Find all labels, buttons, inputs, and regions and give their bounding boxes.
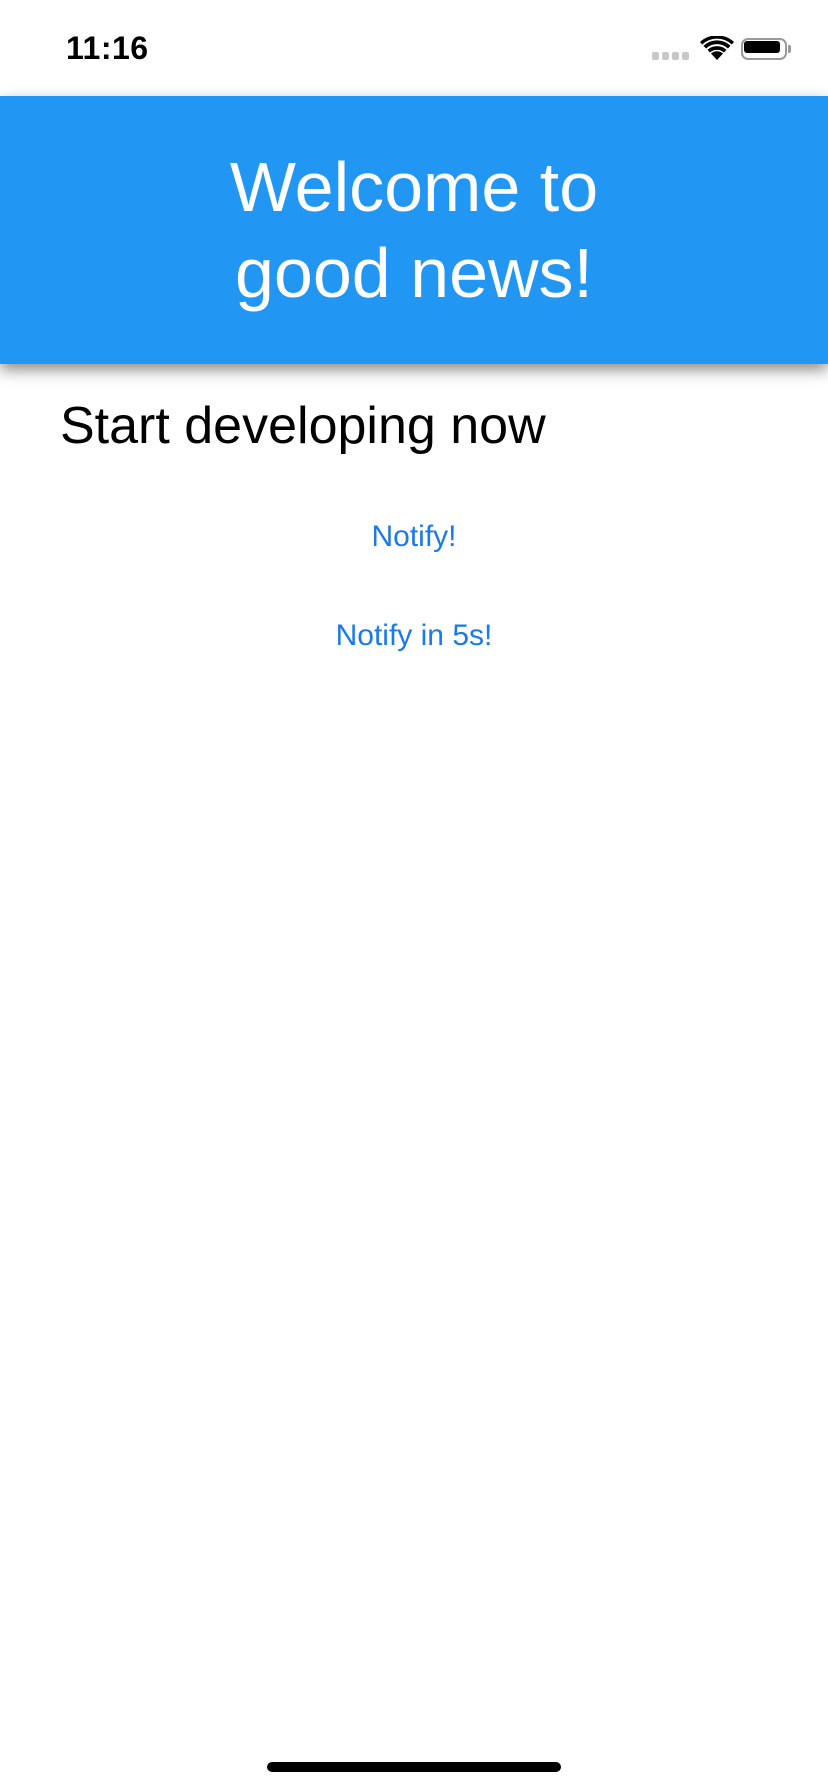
status-time: 11:16 [66,30,149,66]
notify-button[interactable]: Notify! [0,520,828,554]
section-heading: Start developing now [60,397,546,455]
wifi-icon [700,36,734,60]
app-screen: 11:16 Welcome to good news! Start develo… [0,0,828,1792]
battery-icon [741,38,793,62]
notify-in-5s-button[interactable]: Notify in 5s! [0,619,828,653]
header-title: Welcome to good news! [229,148,599,312]
home-indicator[interactable] [267,1762,561,1772]
cellular-signal-icon [652,52,690,62]
status-bar: 11:16 [0,0,828,96]
header-banner: Welcome to good news! [0,96,828,364]
